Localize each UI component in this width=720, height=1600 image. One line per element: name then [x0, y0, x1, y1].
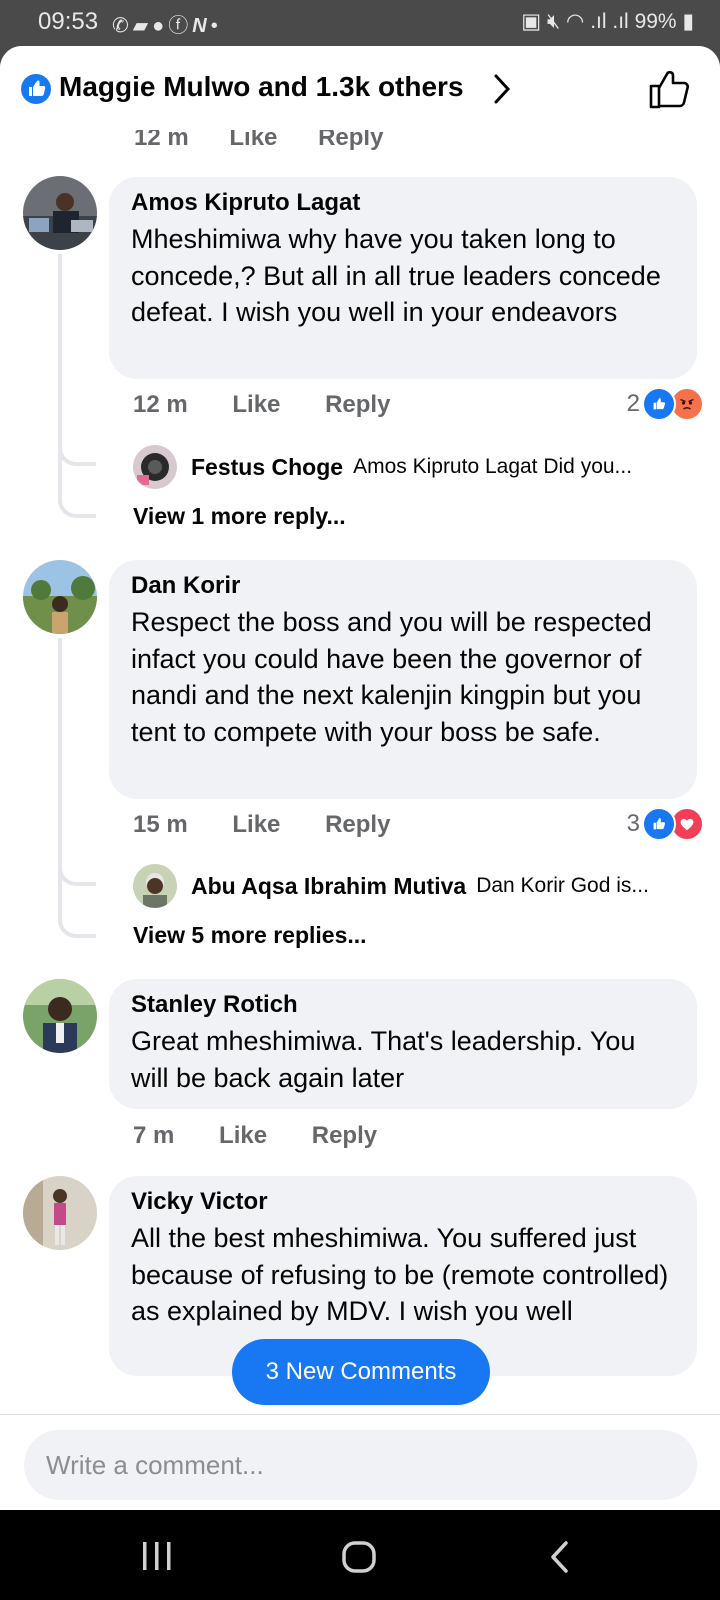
avatar[interactable]: [133, 445, 177, 489]
comment-text: Mheshimiwa why have you taken long to co…: [131, 224, 661, 327]
comment-actions: 15 m Like Reply: [133, 811, 428, 839]
avatar[interactable]: [23, 979, 97, 1053]
reply-text: Amos Kipruto Lagat Did you...: [353, 455, 633, 478]
recent-apps-icon[interactable]: [140, 1540, 174, 1572]
thread-line: [58, 254, 62, 504]
comment-text: Respect the boss and you will be respect…: [131, 607, 652, 747]
signal-icon: .ıl .ıl: [590, 10, 629, 33]
home-icon[interactable]: [341, 1540, 377, 1574]
avatar[interactable]: [23, 1176, 97, 1250]
mute-icon: 🔇︎: [546, 10, 561, 33]
reaction-count: 3: [626, 810, 640, 837]
comment-author[interactable]: Dan Korir: [131, 572, 675, 600]
wifi-icon: ◠: [566, 10, 585, 33]
comment-author[interactable]: Amos Kipruto Lagat: [131, 189, 675, 217]
like-reaction-icon: [642, 807, 676, 841]
like-post-icon[interactable]: [648, 68, 692, 110]
comment-actions: 12 m Like Reply: [133, 391, 428, 419]
divider: [0, 1414, 720, 1415]
comment-bubble[interactable]: Stanley Rotich Great mheshimiwa. That's …: [109, 979, 697, 1109]
view-more-replies[interactable]: View 5 more replies...: [133, 922, 367, 949]
comment-actions: 7 m Like Reply: [133, 1122, 415, 1150]
like-reaction-icon: [642, 387, 676, 421]
thread-connector: [58, 496, 96, 518]
reply-button[interactable]: Reply: [312, 1122, 377, 1149]
reactions-header[interactable]: Maggie Mulwo and 1.3k others: [0, 46, 720, 130]
reply-preview[interactable]: Abu Aqsa Ibrahim Mutiva Dan Korir God is…: [133, 864, 649, 908]
like-reaction-icon: [21, 74, 51, 104]
reply-button[interactable]: Reply: [325, 811, 390, 838]
comment-time: 7 m: [133, 1122, 175, 1149]
thread-connector: [58, 444, 96, 466]
message-icon: ▰: [132, 15, 153, 37]
thread-connector: [58, 864, 96, 886]
comment-bubble[interactable]: Dan Korir Respect the boss and you will …: [109, 560, 697, 799]
thread-connector: [58, 916, 96, 938]
comment-author[interactable]: Stanley Rotich: [131, 991, 675, 1019]
like-button[interactable]: Like: [232, 811, 280, 838]
reactions-summary[interactable]: Maggie Mulwo and 1.3k others: [59, 71, 464, 103]
reply-text: Dan Korir God is...: [476, 874, 649, 897]
reply-button[interactable]: Reply: [325, 391, 390, 418]
whatsapp-icon: ✆: [112, 15, 133, 37]
comments-sheet: Maggie Mulwo and 1.3k others 12 m Like R…: [0, 46, 720, 1510]
comment-reactions[interactable]: 3: [627, 807, 704, 841]
avatar[interactable]: [23, 176, 97, 250]
battery-icon: ▮: [682, 10, 694, 33]
facebook-icon: ⓕ: [168, 15, 193, 37]
system-icons: ▣ 🔇︎ ◠ .ıl .ıl 99% ▮: [521, 9, 694, 34]
comment-time: 12 m: [133, 391, 188, 418]
reply-author[interactable]: Abu Aqsa Ibrahim Mutiva: [191, 873, 466, 900]
comment-input[interactable]: Write a comment...: [24, 1430, 697, 1500]
comment-author[interactable]: Vicky Victor: [131, 1188, 675, 1216]
new-comments-button[interactable]: 3 New Comments: [232, 1339, 490, 1405]
chat-icon: ●: [152, 15, 169, 37]
lock-icon: ▣: [521, 10, 542, 33]
avatar[interactable]: [133, 864, 177, 908]
comment-reactions[interactable]: 2: [627, 387, 704, 421]
thread-line: [58, 638, 62, 924]
battery-level: 99%: [634, 10, 677, 33]
view-more-replies[interactable]: View 1 more reply...: [133, 503, 346, 530]
comment-time: 15 m: [133, 811, 188, 838]
comment-bubble[interactable]: Amos Kipruto Lagat Mheshimiwa why have y…: [109, 177, 697, 379]
comment-input-placeholder: Write a comment...: [46, 1449, 264, 1480]
comment-text: All the best mheshimiwa. You suffered ju…: [131, 1223, 669, 1326]
reply-preview[interactable]: Festus Choge Amos Kipruto Lagat Did you.…: [133, 445, 632, 489]
notification-icons: ✆▰●ⓕN•: [112, 9, 222, 38]
status-time: 09:53: [38, 8, 99, 35]
comment-text: Great mheshimiwa. That's leadership. You…: [131, 1026, 636, 1093]
like-button[interactable]: Like: [219, 1122, 267, 1149]
dot-icon: •: [210, 15, 222, 37]
back-icon[interactable]: [548, 1540, 570, 1574]
chevron-right-icon[interactable]: [492, 72, 512, 106]
avatar[interactable]: [23, 560, 97, 634]
n-icon: N: [192, 15, 211, 37]
navigation-bar: [0, 1510, 720, 1600]
reply-author[interactable]: Festus Choge: [191, 454, 343, 481]
status-bar: 09:53 ✆▰●ⓕN• ▣ 🔇︎ ◠ .ıl .ıl 99% ▮: [0, 0, 720, 46]
like-button[interactable]: Like: [232, 391, 280, 418]
reaction-count: 2: [626, 390, 640, 417]
